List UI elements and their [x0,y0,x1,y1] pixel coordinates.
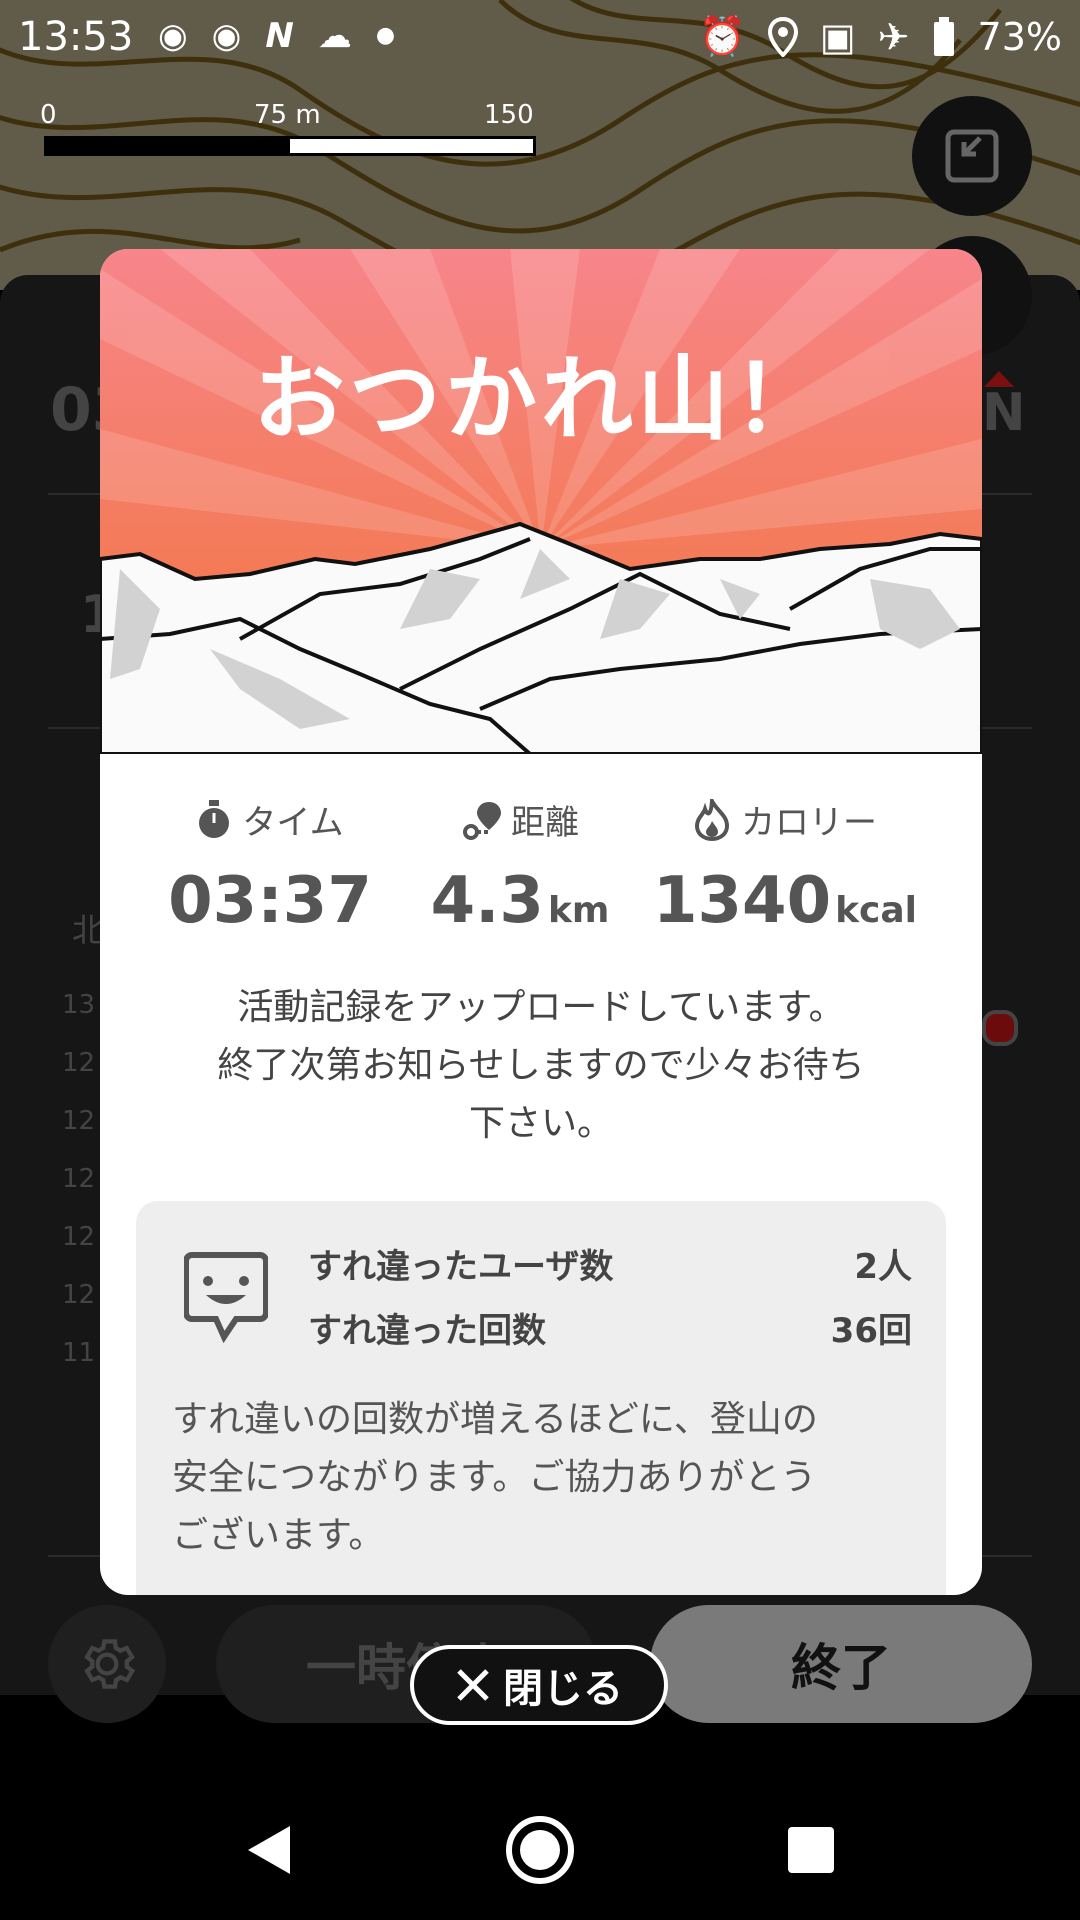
scale-start: 0 [40,100,57,130]
stat-time: タイム 03:37 [160,795,380,938]
passed-users-row: すれ違ったユーザ数 2人 [308,1239,912,1288]
stat-distance-label: 距離 [511,803,579,843]
stopwatch-icon [199,799,230,838]
app-icon: ◉ [158,16,188,56]
fit-screen-icon [945,129,999,183]
passed-count-label: すれ違った回数 [308,1311,546,1351]
dot-icon: ● [375,23,396,48]
passed-count-value: 36回 [830,1311,912,1351]
position-marker [982,1010,1018,1046]
passing-info-box: すれ違ったユーザ数 2人 すれ違った回数 36回 すれ違いの回数が増えるほどに、… [136,1201,946,1595]
map-scale: 0 75 m 150 m [40,100,536,160]
hero-banner: おつかれ山！ [100,249,982,754]
passed-users-value: 2人 [854,1247,912,1287]
weather-icon: ☁ [317,16,352,56]
battery-percent: 73% [977,14,1062,59]
flame-icon [694,798,730,841]
stat-calories: カロリー 1340 kcal [640,795,930,938]
dialog-title: おつかれ山！ [252,346,829,453]
status-bar: 13:53 ◉ ◉ N ☁ ● ⏰ ▣ ✈ 73% [0,0,1080,76]
map-fit-button[interactable] [912,96,1032,216]
compass-arrow-icon [984,371,1014,387]
passed-users-label: すれ違ったユーザ数 [308,1247,614,1287]
gear-icon [84,1639,136,1689]
scale-mid: 75 m [254,100,321,130]
close-button[interactable]: 閉じる [410,1645,668,1725]
end-button[interactable]: 終了 [650,1605,1032,1723]
scale-bar [44,136,536,156]
stat-time-label: タイム [242,803,344,843]
stat-time-value: 03:37 [168,864,372,938]
upload-message: 活動記録をアップロードしています。 終了次第お知らせしますので少々お待ち 下さい… [217,987,865,1144]
location-icon [767,16,798,57]
stat-calories-value: 1340 [652,864,832,938]
face-badge-icon [184,1252,268,1343]
n-icon: N [265,16,294,56]
home-icon[interactable] [505,1815,575,1885]
data-saver-icon: ▣ [819,14,856,59]
navigation-bar [0,1780,1080,1920]
airplane-icon: ✈ [877,14,910,59]
battery-icon [933,16,954,56]
stat-distance: 距離 4.3 km [410,795,630,938]
route-icon [463,801,501,840]
stat-calories-label: カロリー [741,803,877,843]
compass-label: N [982,383,1026,443]
notification-icons: ◉ ◉ N ☁ ● [158,16,395,56]
stat-distance-value: 4.3 [430,864,544,938]
back-icon[interactable] [242,1822,294,1878]
alarm-icon: ⏰ [698,14,746,58]
altitude-axis: 13 12 12 12 12 12 11 [62,990,96,1368]
close-icon [457,1669,489,1701]
settings-button[interactable] [48,1605,166,1723]
status-time: 13:53 [18,14,134,60]
system-icons: ⏰ ▣ ✈ 73% [698,14,1062,59]
stat-calories-unit: kcal [835,890,918,931]
recents-icon[interactable] [786,1825,836,1875]
passed-count-row: すれ違った回数 36回 [308,1303,912,1352]
stat-distance-unit: km [547,890,610,931]
completion-dialog: おつかれ山！ タイム 03:37 距離 4.3 km カロリー 1340 kcal … [100,249,982,1595]
passing-description: すれ違いの回数が増えるほどに、登山の 安全につながります。ご協力ありがとう ござ… [172,1399,818,1556]
close-label: 閉じる [503,1666,623,1712]
app-icon: ◉ [211,16,242,56]
